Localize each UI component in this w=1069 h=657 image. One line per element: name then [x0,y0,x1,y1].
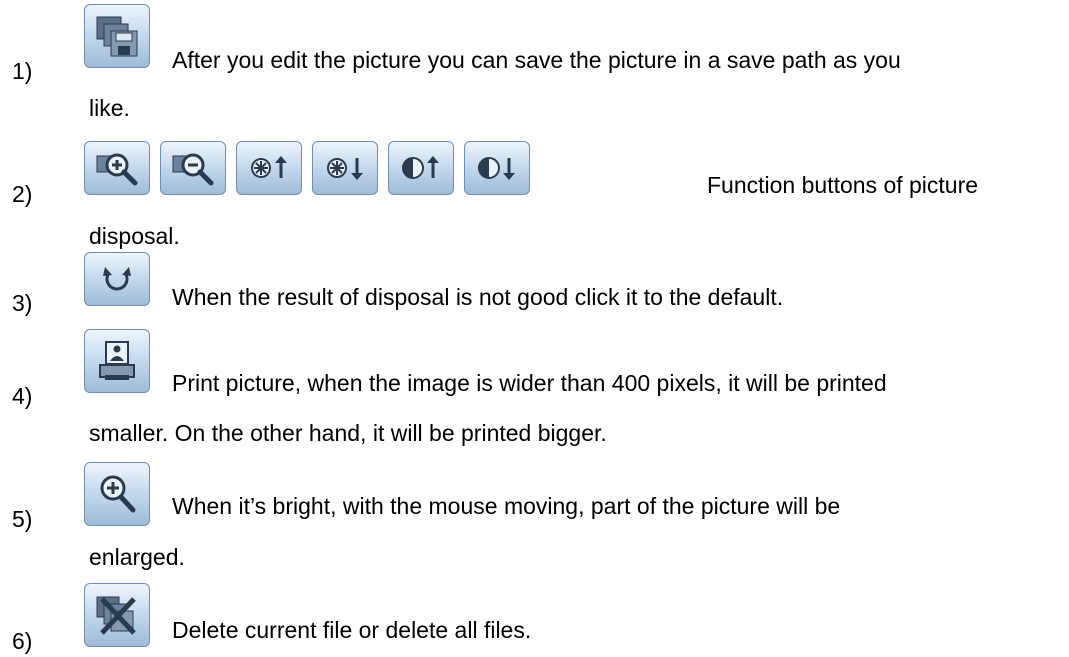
contrast-down-button[interactable] [464,141,530,195]
item-description-continued: disposal. [89,223,180,249]
item-description: When it’s bright, with the mouse moving,… [172,493,841,519]
magnifier-icon [95,472,139,516]
zoom-in-icon [93,148,141,188]
print-button[interactable] [84,329,150,393]
contrast-up-button[interactable] [388,141,454,195]
brightness-up-icon [245,150,293,186]
zoom-in-button[interactable] [84,141,150,195]
save-button[interactable] [84,4,150,68]
item-description-continued: like. [89,95,130,121]
item-description: After you edit the picture you can save … [172,47,901,73]
item-description-continued: enlarged. [89,544,185,570]
item-number: 6) [12,628,33,654]
contrast-down-icon [473,150,521,186]
item-description-continued: smaller. On the other hand, it will be p… [89,420,607,446]
magnifier-button[interactable] [84,462,150,526]
save-icon [94,14,140,58]
print-icon [97,339,137,383]
reset-button[interactable] [84,252,150,306]
item-number: 4) [12,383,33,409]
item-description: Function buttons of picture [707,172,979,198]
brightness-up-button[interactable] [236,141,302,195]
item-description: Print picture, when the image is wider t… [172,370,887,396]
delete-button[interactable] [84,583,150,647]
delete-icon [94,593,140,637]
item-description: Delete current file or delete all files. [172,617,532,643]
item-number: 1) [12,58,33,84]
item-number: 5) [12,506,33,532]
item-number: 3) [12,290,33,316]
brightness-down-button[interactable] [312,141,378,195]
item-number: 2) [12,181,33,207]
brightness-down-icon [321,150,369,186]
zoom-out-icon [169,148,217,188]
contrast-up-icon [397,150,445,186]
zoom-out-button[interactable] [160,141,226,195]
reset-icon [97,261,137,297]
item-description: When the result of disposal is not good … [172,284,784,310]
